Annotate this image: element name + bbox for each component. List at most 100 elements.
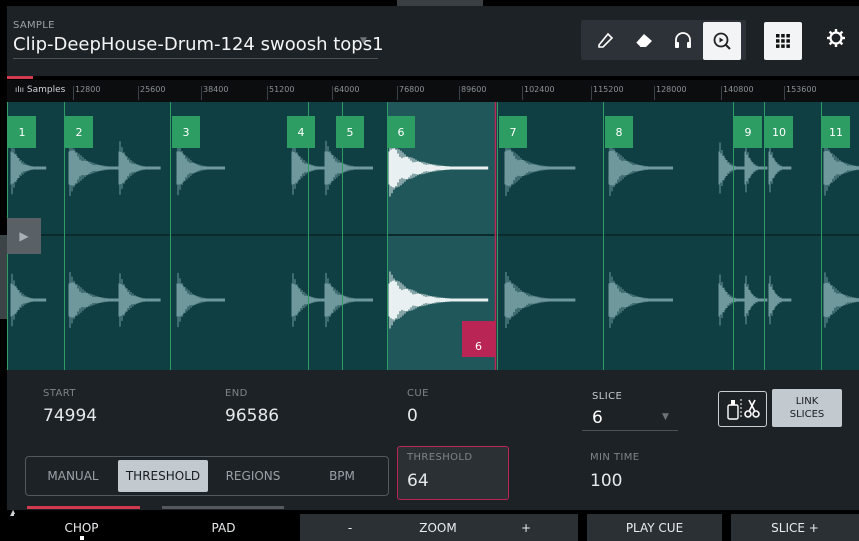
ruler-tick <box>138 86 139 100</box>
waveform-transient <box>608 140 673 196</box>
ruler-tick-label: 64000 <box>334 85 360 94</box>
min-time-value[interactable]: 100 <box>590 471 622 491</box>
link-slices-line1: LINK <box>795 396 819 407</box>
slice-flag-2[interactable]: 2 <box>65 116 93 148</box>
ruler-tick-label: 115200 <box>593 85 624 94</box>
zoom-out-button[interactable]: - <box>300 514 400 541</box>
sample-ruler: ıIıı Samples 12800 25600 38400 51200 64000 76… <box>7 80 859 102</box>
sample-section-label: SAMPLE <box>13 20 55 31</box>
left-edge-handle[interactable] <box>0 235 7 319</box>
ruler-tick <box>784 86 785 100</box>
eraser-icon[interactable] <box>630 26 658 54</box>
pencil-icon[interactable] <box>592 26 620 54</box>
waveform-transient <box>504 271 576 329</box>
ruler-tick <box>654 86 655 100</box>
sample-name-selector[interactable]: Clip-DeepHouse-Drum-124 swoosh tops1 <box>13 34 384 55</box>
playhead-position-marker <box>7 76 33 79</box>
waveform-transient <box>823 140 859 196</box>
ruler-tick <box>332 86 333 100</box>
ruler-tick-label: 76800 <box>399 85 425 94</box>
play-cue-button[interactable]: PLAY CUE <box>587 514 722 541</box>
ruler-tick-label: 140800 <box>723 85 754 94</box>
ruler-tick <box>459 86 460 100</box>
link-slices-line2: SLICES <box>789 409 825 420</box>
gear-icon[interactable] <box>826 28 846 53</box>
waveform-transient <box>768 275 792 325</box>
waveform-transient <box>118 273 161 327</box>
slice-flag-3[interactable]: 3 <box>172 116 200 148</box>
ruler-tick-label: 51200 <box>269 85 295 94</box>
cue-value[interactable]: 0 <box>407 406 418 426</box>
end-value[interactable]: 96586 <box>225 406 279 426</box>
waveform-icon: ıIıı <box>15 85 25 94</box>
slice-label: SLICE <box>592 391 623 402</box>
end-label: END <box>225 388 248 399</box>
mode-manual[interactable]: MANUAL <box>35 460 111 492</box>
ruler-tick <box>522 86 523 100</box>
mode-threshold[interactable]: THRESHOLD <box>118 460 208 492</box>
waveform-transient <box>823 272 859 328</box>
slice-flag-11[interactable]: 11 <box>822 116 850 148</box>
ruler-tick-label: 25600 <box>140 85 166 94</box>
waveform-transient <box>118 141 161 195</box>
ruler-tick <box>267 86 268 100</box>
pad-grid-icon[interactable] <box>764 22 802 60</box>
ruler-tick <box>201 86 202 100</box>
slice-flag-8[interactable]: 8 <box>605 116 633 148</box>
slice-value[interactable]: 6 <box>592 408 603 428</box>
ruler-tick-label: 12800 <box>75 85 101 94</box>
cue-label: CUE <box>407 388 429 399</box>
slice-underline <box>582 430 678 431</box>
waveform-transient <box>768 143 792 193</box>
ruler-tick-label: 102400 <box>524 85 555 94</box>
pad-indicator <box>162 506 284 509</box>
waveform-transient <box>608 272 673 328</box>
waveform-transient <box>324 140 373 196</box>
ruler-tick <box>397 86 398 100</box>
slice-flag-4[interactable]: 4 <box>287 116 315 148</box>
pad-tab[interactable]: PAD <box>157 514 290 541</box>
play-icon[interactable]: ▶ <box>7 218 41 254</box>
slice-flag-10[interactable]: 10 <box>765 116 793 148</box>
ruler-tick-label: 38400 <box>203 85 229 94</box>
slice-flag-1[interactable]: 1 <box>8 116 36 148</box>
zoom-label: ZOOM <box>419 520 457 535</box>
scissors-icon[interactable] <box>718 391 767 427</box>
min-time-label: MIN TIME <box>590 452 640 463</box>
threshold-label: THRESHOLD <box>407 452 473 463</box>
ruler-tick <box>721 86 722 100</box>
zoom-in-button[interactable]: + <box>476 514 576 541</box>
waveform-transient <box>176 140 225 196</box>
slice-end-flag[interactable]: 6 <box>462 321 495 357</box>
slice-flag-5[interactable]: 5 <box>336 116 364 148</box>
chop-page-dot <box>80 536 84 540</box>
zoom-play-icon[interactable] <box>703 22 741 60</box>
ruler-tick-label: 153600 <box>786 85 817 94</box>
slice-flag-7[interactable]: 7 <box>499 116 527 148</box>
link-slices-button[interactable]: LINK SLICES <box>772 389 842 427</box>
slice-plus-button[interactable]: SLICE + <box>731 514 859 541</box>
headphones-icon[interactable] <box>669 26 697 54</box>
start-value[interactable]: 74994 <box>43 406 97 426</box>
waveform-view[interactable]: ▶ 1 2 3 4 5 6 7 8 9 10 11 6 <box>7 102 859 370</box>
ruler-tick-label: 128000 <box>656 85 687 94</box>
ruler-tick <box>73 86 74 100</box>
waveform-transient <box>324 272 373 328</box>
mode-regions[interactable]: REGIONS <box>210 460 296 492</box>
threshold-value[interactable]: 64 <box>407 471 429 491</box>
start-label: START <box>43 388 76 399</box>
sample-name-underline <box>13 58 378 59</box>
waveform-transient <box>10 141 47 195</box>
dropdown-caret-icon: ▼ <box>360 36 367 46</box>
slice-flag-9[interactable]: 9 <box>734 116 762 148</box>
chevron-down-icon: ▼ <box>662 412 669 422</box>
ruler-tick-label: 89600 <box>461 85 487 94</box>
mode-bpm[interactable]: BPM <box>300 460 384 492</box>
waveform-transient <box>504 139 576 197</box>
waveform-graph <box>7 102 859 370</box>
ruler-tick <box>591 86 592 100</box>
slice-flag-6[interactable]: 6 <box>387 116 415 148</box>
waveform-transient <box>10 273 47 327</box>
waveform-transient <box>176 272 225 328</box>
chop-active-indicator <box>27 506 140 509</box>
